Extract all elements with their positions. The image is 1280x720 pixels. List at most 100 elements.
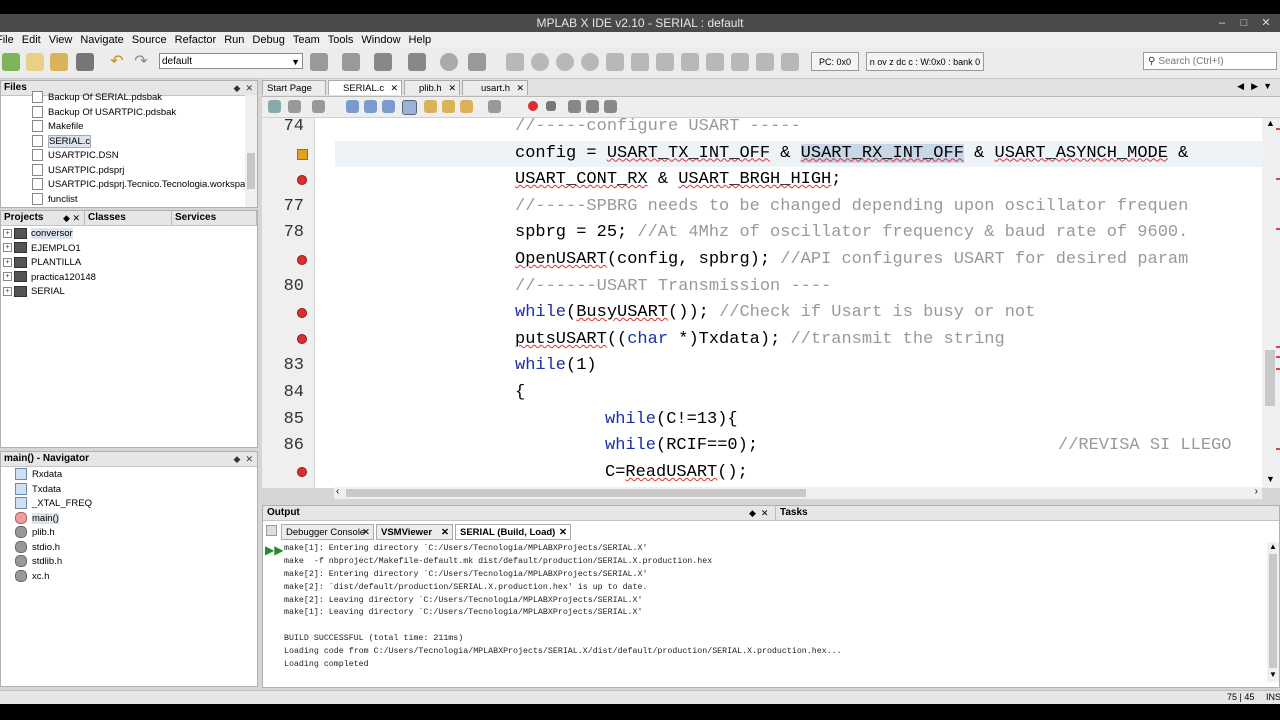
error-marker[interactable] [1276,356,1280,358]
focus-cursor-icon[interactable] [731,53,749,71]
menu-source[interactable]: Source [129,34,172,46]
reset-icon[interactable] [556,53,574,71]
menu-run[interactable]: Run [221,34,249,46]
build-icon[interactable] [310,53,328,71]
file-item[interactable]: USARTPIC.pdsprj.Tecnico.Tecnologia.works… [1,178,255,193]
error-marker[interactable] [1276,178,1280,180]
error-marker[interactable] [1276,448,1280,450]
tab-plib-h[interactable]: plib.h ✕ [404,80,460,95]
record-macro-icon[interactable] [528,101,538,111]
menu-view[interactable]: View [46,34,78,46]
error-glyph-icon[interactable] [297,467,307,477]
error-glyph-icon[interactable] [297,175,307,185]
file-item-selected[interactable]: SERIAL.c [1,134,245,150]
configuration-select[interactable]: default ▼ [159,53,303,69]
find-selection-icon[interactable] [346,100,359,113]
make-program-icon[interactable] [374,53,392,71]
file-item[interactable]: Backup Of SERIAL.pdsbak [1,91,245,106]
expand-icon[interactable]: + [3,286,12,296]
close-tab-icon[interactable]: ✕ [441,525,449,541]
output-scrollbar[interactable]: ▲ ▼ [1267,542,1279,682]
tab-projects[interactable]: Projects ◆ ✕ [1,211,85,225]
shift-left-icon[interactable] [488,100,501,113]
warning-glyph-icon[interactable] [297,149,308,160]
scroll-left-icon[interactable]: ‹ [336,486,339,497]
undo-icon[interactable]: ↶ [108,53,126,71]
uncomment-icon[interactable] [586,100,599,113]
files-panel-scrollbar[interactable] [245,95,257,207]
scroll-right-icon[interactable]: › [1255,486,1258,497]
project-item[interactable]: + conversor [1,227,96,242]
minimize-icon[interactable]: – [1212,16,1232,30]
close-tab-icon[interactable]: ✕ [559,525,567,541]
continue-icon[interactable] [581,53,599,71]
new-project-icon[interactable] [2,53,20,71]
project-item[interactable]: + EJEMPLO1 [1,242,96,257]
menu-navigate[interactable]: Navigate [77,34,128,46]
watch-icon[interactable] [781,53,799,71]
next-bookmark-icon[interactable] [442,100,455,113]
history-icon[interactable] [288,100,301,113]
run-to-cursor-icon[interactable] [681,53,699,71]
panel-controls-icon[interactable]: ◆ ✕ [749,506,768,520]
error-marker[interactable] [1276,346,1280,348]
find-previous-icon[interactable] [364,100,377,113]
tab-start-page[interactable]: Start Page [262,80,326,95]
close-tab-icon[interactable]: ✕ [448,81,456,96]
open-project-icon[interactable] [50,53,68,71]
tab-tasks[interactable]: Tasks [775,506,1280,520]
tab-controls-icon[interactable]: ◆ ✕ [63,211,80,225]
editor-vertical-scrollbar[interactable]: ▲ ▼ [1262,118,1280,488]
set-pc-icon[interactable] [706,53,724,71]
menu-team[interactable]: Team [290,34,325,46]
navigator-item[interactable]: _XTAL_FREQ [1,497,92,512]
tab-services[interactable]: Services [172,211,257,225]
toggle-bookmark-icon[interactable] [460,100,473,113]
navigator-item[interactable]: stdio.h [1,540,92,556]
scroll-up-icon[interactable]: ▲ [1269,542,1277,551]
finish-debug-icon[interactable] [506,53,524,71]
search-input[interactable]: ⚲ Search (Ctrl+I) [1143,52,1277,70]
scrollbar-thumb[interactable] [1265,350,1275,406]
error-marker[interactable] [1276,368,1280,370]
menu-tools[interactable]: Tools [325,34,359,46]
breakpoint-icon[interactable] [756,53,774,71]
file-item[interactable]: USARTPIC.pdsprj [1,163,245,179]
back-icon[interactable] [312,100,325,113]
scroll-up-icon[interactable]: ▲ [1266,118,1275,128]
file-item[interactable]: Makefile [1,120,245,135]
project-item[interactable]: + practica120148 [1,271,96,286]
close-icon[interactable]: ✕ [1256,16,1276,30]
navigator-item[interactable]: Rxdata [1,468,92,483]
toggle-highlight-icon[interactable] [402,100,417,115]
file-item[interactable]: funclist [1,192,245,208]
tab-list-icon[interactable]: ▼ [1263,81,1272,91]
step-out-icon[interactable] [656,53,674,71]
tab-vsmviewer[interactable]: VSMViewer ✕ [376,524,453,540]
close-tab-icon[interactable]: ✕ [516,81,524,96]
tab-serial-c[interactable]: SERIAL.c ✕ [328,80,402,95]
navigator-item[interactable]: Txdata [1,482,92,498]
rerun-icon[interactable]: ▶▶ [265,543,283,557]
menu-refactor[interactable]: Refactor [172,34,222,46]
error-glyph-icon[interactable] [297,255,307,265]
file-item[interactable]: USARTPIC.DSN [1,149,245,164]
redo-icon[interactable]: ↷ [132,53,150,71]
code-editor[interactable]: //-----configure USART ----- config = US… [315,118,1267,488]
maximize-icon[interactable]: □ [1234,16,1254,30]
expand-icon[interactable]: + [3,272,12,282]
menu-debug[interactable]: Debug [249,34,289,46]
tab-scroll-left-icon[interactable]: ◀ [1237,81,1244,92]
navigator-item[interactable]: stdlib.h [1,555,92,570]
expand-icon[interactable]: + [3,257,12,267]
debug-run-icon[interactable] [468,53,486,71]
tab-scroll-right-icon[interactable]: ▶ [1251,81,1258,92]
comment-icon[interactable] [568,100,581,113]
find-next-icon[interactable] [382,100,395,113]
navigator-item[interactable]: xc.h [1,569,92,585]
scroll-down-icon[interactable]: ▼ [1266,474,1275,484]
source-view-icon[interactable] [268,100,281,113]
project-item[interactable]: + SERIAL [1,285,96,300]
refresh-icon[interactable] [440,53,458,71]
close-tab-icon[interactable]: ✕ [390,81,398,96]
